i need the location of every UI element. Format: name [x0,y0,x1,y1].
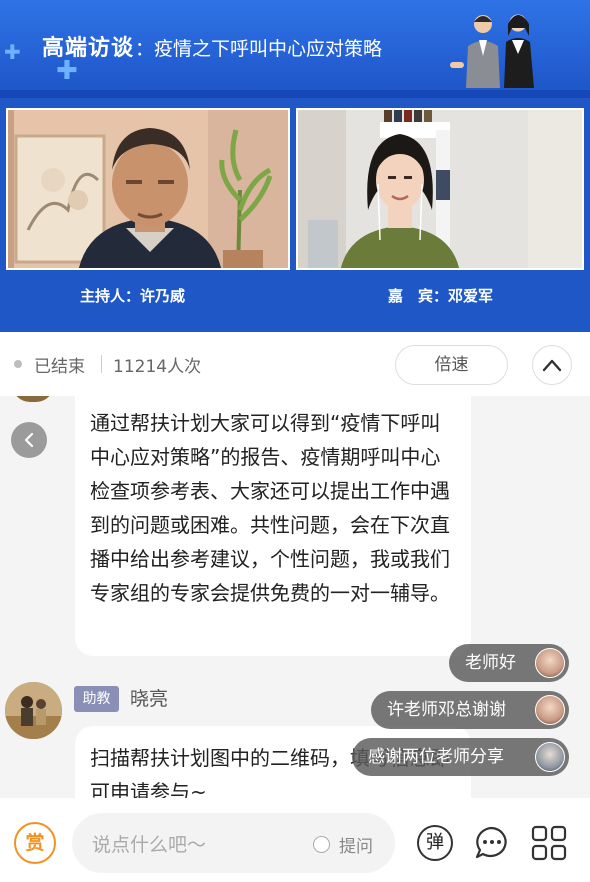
collapse-button[interactable] [532,345,572,385]
danmaku-text: 感谢两位老师分享 [368,747,504,767]
banner-subtitle: ：疫情之下呼叫中心应对策略 [135,38,383,60]
danmaku-toggle-button[interactable]: 弹 [417,825,453,861]
avatar [12,396,54,402]
avatar [535,648,565,678]
back-button[interactable] [11,422,47,458]
danmaku-bubble: 感谢两位老师分享 [352,738,569,776]
avatar[interactable] [5,682,62,739]
grid-menu-icon [531,825,567,861]
more-menu-button[interactable] [531,825,567,861]
view-count: 11214人次 [113,357,202,377]
guest-caption: 嘉 宾：邓爱军 [388,287,494,305]
assistant-badge: 助教 [74,686,119,712]
guest-camera-feed [296,108,584,270]
presenters-image [448,10,546,88]
plus-decoration-icon: ✚ [4,40,21,64]
chat-message-text: 通过帮扶计划大家可以得到“疫情下呼叫中心应对策略”的报告、疫情期呼叫中心检查项参… [90,411,450,605]
chat-message-bubble: 通过帮扶计划大家可以得到“疫情下呼叫中心应对策略”的报告、疫情期呼叫中心检查项参… [75,396,471,656]
chat-author-name: 晓亮 [130,688,169,710]
chevron-up-icon [542,359,562,372]
banner-title: 高端访谈 [42,36,135,61]
status-dot-icon [14,360,22,368]
comment-input-placeholder: 说点什么吧～ [92,834,207,856]
reward-button[interactable]: 赏 [14,822,56,864]
avatar [535,742,565,772]
video-player[interactable]: ✚ ✚ 高端访谈 ：疫情之下呼叫中心应对策略 主持人：许乃威 嘉 宾：邓爱军 [0,0,590,332]
host-camera-feed [6,108,290,270]
comment-button[interactable] [474,825,510,861]
avatar [535,695,565,725]
host-caption: 主持人：许乃威 [80,287,186,305]
chevron-left-icon [24,432,34,448]
video-divider [0,90,590,98]
comment-icon [475,826,507,859]
live-replay-screen: ✚ ✚ 高端访谈 ：疫情之下呼叫中心应对策略 主持人：许乃威 嘉 宾：邓爱军 已… [0,0,590,882]
status-divider [101,355,102,373]
live-status: 已结束 [34,357,85,377]
danmaku-bubble: 老师好 [449,644,569,682]
danmaku-text: 老师好 [465,653,516,673]
danmaku-text: 许老师邓总谢谢 [387,700,506,720]
playback-speed-button[interactable]: 倍速 [395,345,508,385]
ask-question-radio[interactable] [313,836,330,853]
danmaku-bubble: 许老师邓总谢谢 [371,691,569,729]
ask-question-label[interactable]: 提问 [339,832,373,857]
video-banner: ✚ ✚ 高端访谈 ：疫情之下呼叫中心应对策略 [0,0,590,92]
